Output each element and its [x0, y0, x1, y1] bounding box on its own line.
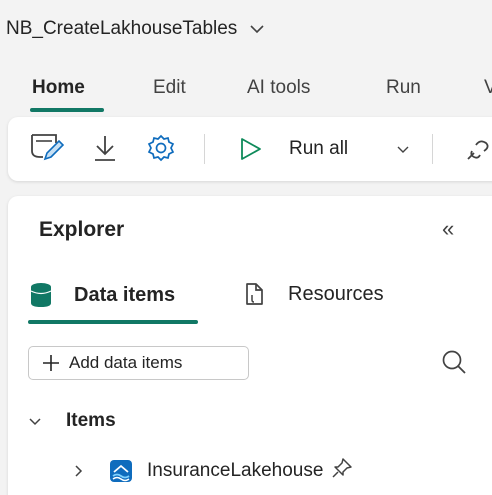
- chevron-down-icon[interactable]: [249, 24, 265, 34]
- home-toolbar: Run all: [8, 117, 492, 181]
- toolbar-separator: [432, 134, 433, 164]
- lakehouse-icon: [109, 459, 133, 483]
- download-icon[interactable]: [91, 133, 119, 163]
- tab-ai-tools[interactable]: AI tools: [247, 77, 310, 99]
- run-all-button[interactable]: Run all: [289, 138, 348, 160]
- notebook-title-bar[interactable]: NB_CreateLakhouseTables: [0, 0, 492, 58]
- lakehouse-label: InsuranceLakehouse: [147, 460, 324, 481]
- tab-edit[interactable]: Edit: [153, 77, 186, 99]
- settings-icon[interactable]: [146, 133, 176, 163]
- subtab-resources-label: Resources: [288, 282, 384, 305]
- subtab-resources[interactable]: Resources: [244, 282, 384, 306]
- subtab-data-items-label: Data items: [74, 283, 176, 306]
- add-data-items-label: Add data items: [69, 353, 183, 372]
- collapse-pane-button[interactable]: «: [442, 216, 454, 242]
- notebook-title: NB_CreateLakhouseTables: [6, 18, 238, 39]
- chevron-down-icon[interactable]: [28, 417, 42, 426]
- search-icon[interactable]: [440, 348, 468, 381]
- subtab-data-items[interactable]: Data items: [30, 282, 175, 308]
- tab-run[interactable]: Run: [386, 77, 421, 99]
- add-data-items-button[interactable]: Add data items: [28, 346, 249, 380]
- tree-item-lakehouse[interactable]: InsuranceLakehouse: [74, 457, 353, 483]
- play-icon[interactable]: [238, 136, 264, 162]
- active-subtab-indicator: [28, 320, 198, 324]
- tab-home[interactable]: Home: [32, 77, 85, 99]
- tree-group-label: Items: [66, 410, 116, 431]
- database-icon: [30, 282, 52, 308]
- pin-icon[interactable]: [331, 457, 353, 479]
- tree-group-items[interactable]: Items: [28, 410, 116, 432]
- chevron-right-icon[interactable]: [74, 464, 83, 478]
- tab-view[interactable]: V: [484, 77, 492, 99]
- notebook-edit-icon[interactable]: [28, 131, 64, 163]
- connect-icon[interactable]: [464, 135, 492, 163]
- ribbon-tabs: Home Edit AI tools Run V: [0, 62, 492, 116]
- explorer-title: Explorer: [39, 218, 125, 241]
- plus-icon: [41, 353, 61, 373]
- file-icon: [244, 282, 264, 306]
- active-tab-indicator: [30, 108, 104, 112]
- toolbar-separator: [204, 134, 205, 164]
- explorer-pane: Explorer « Data items Resources Add data: [8, 196, 492, 495]
- run-all-dropdown-icon[interactable]: [396, 145, 410, 154]
